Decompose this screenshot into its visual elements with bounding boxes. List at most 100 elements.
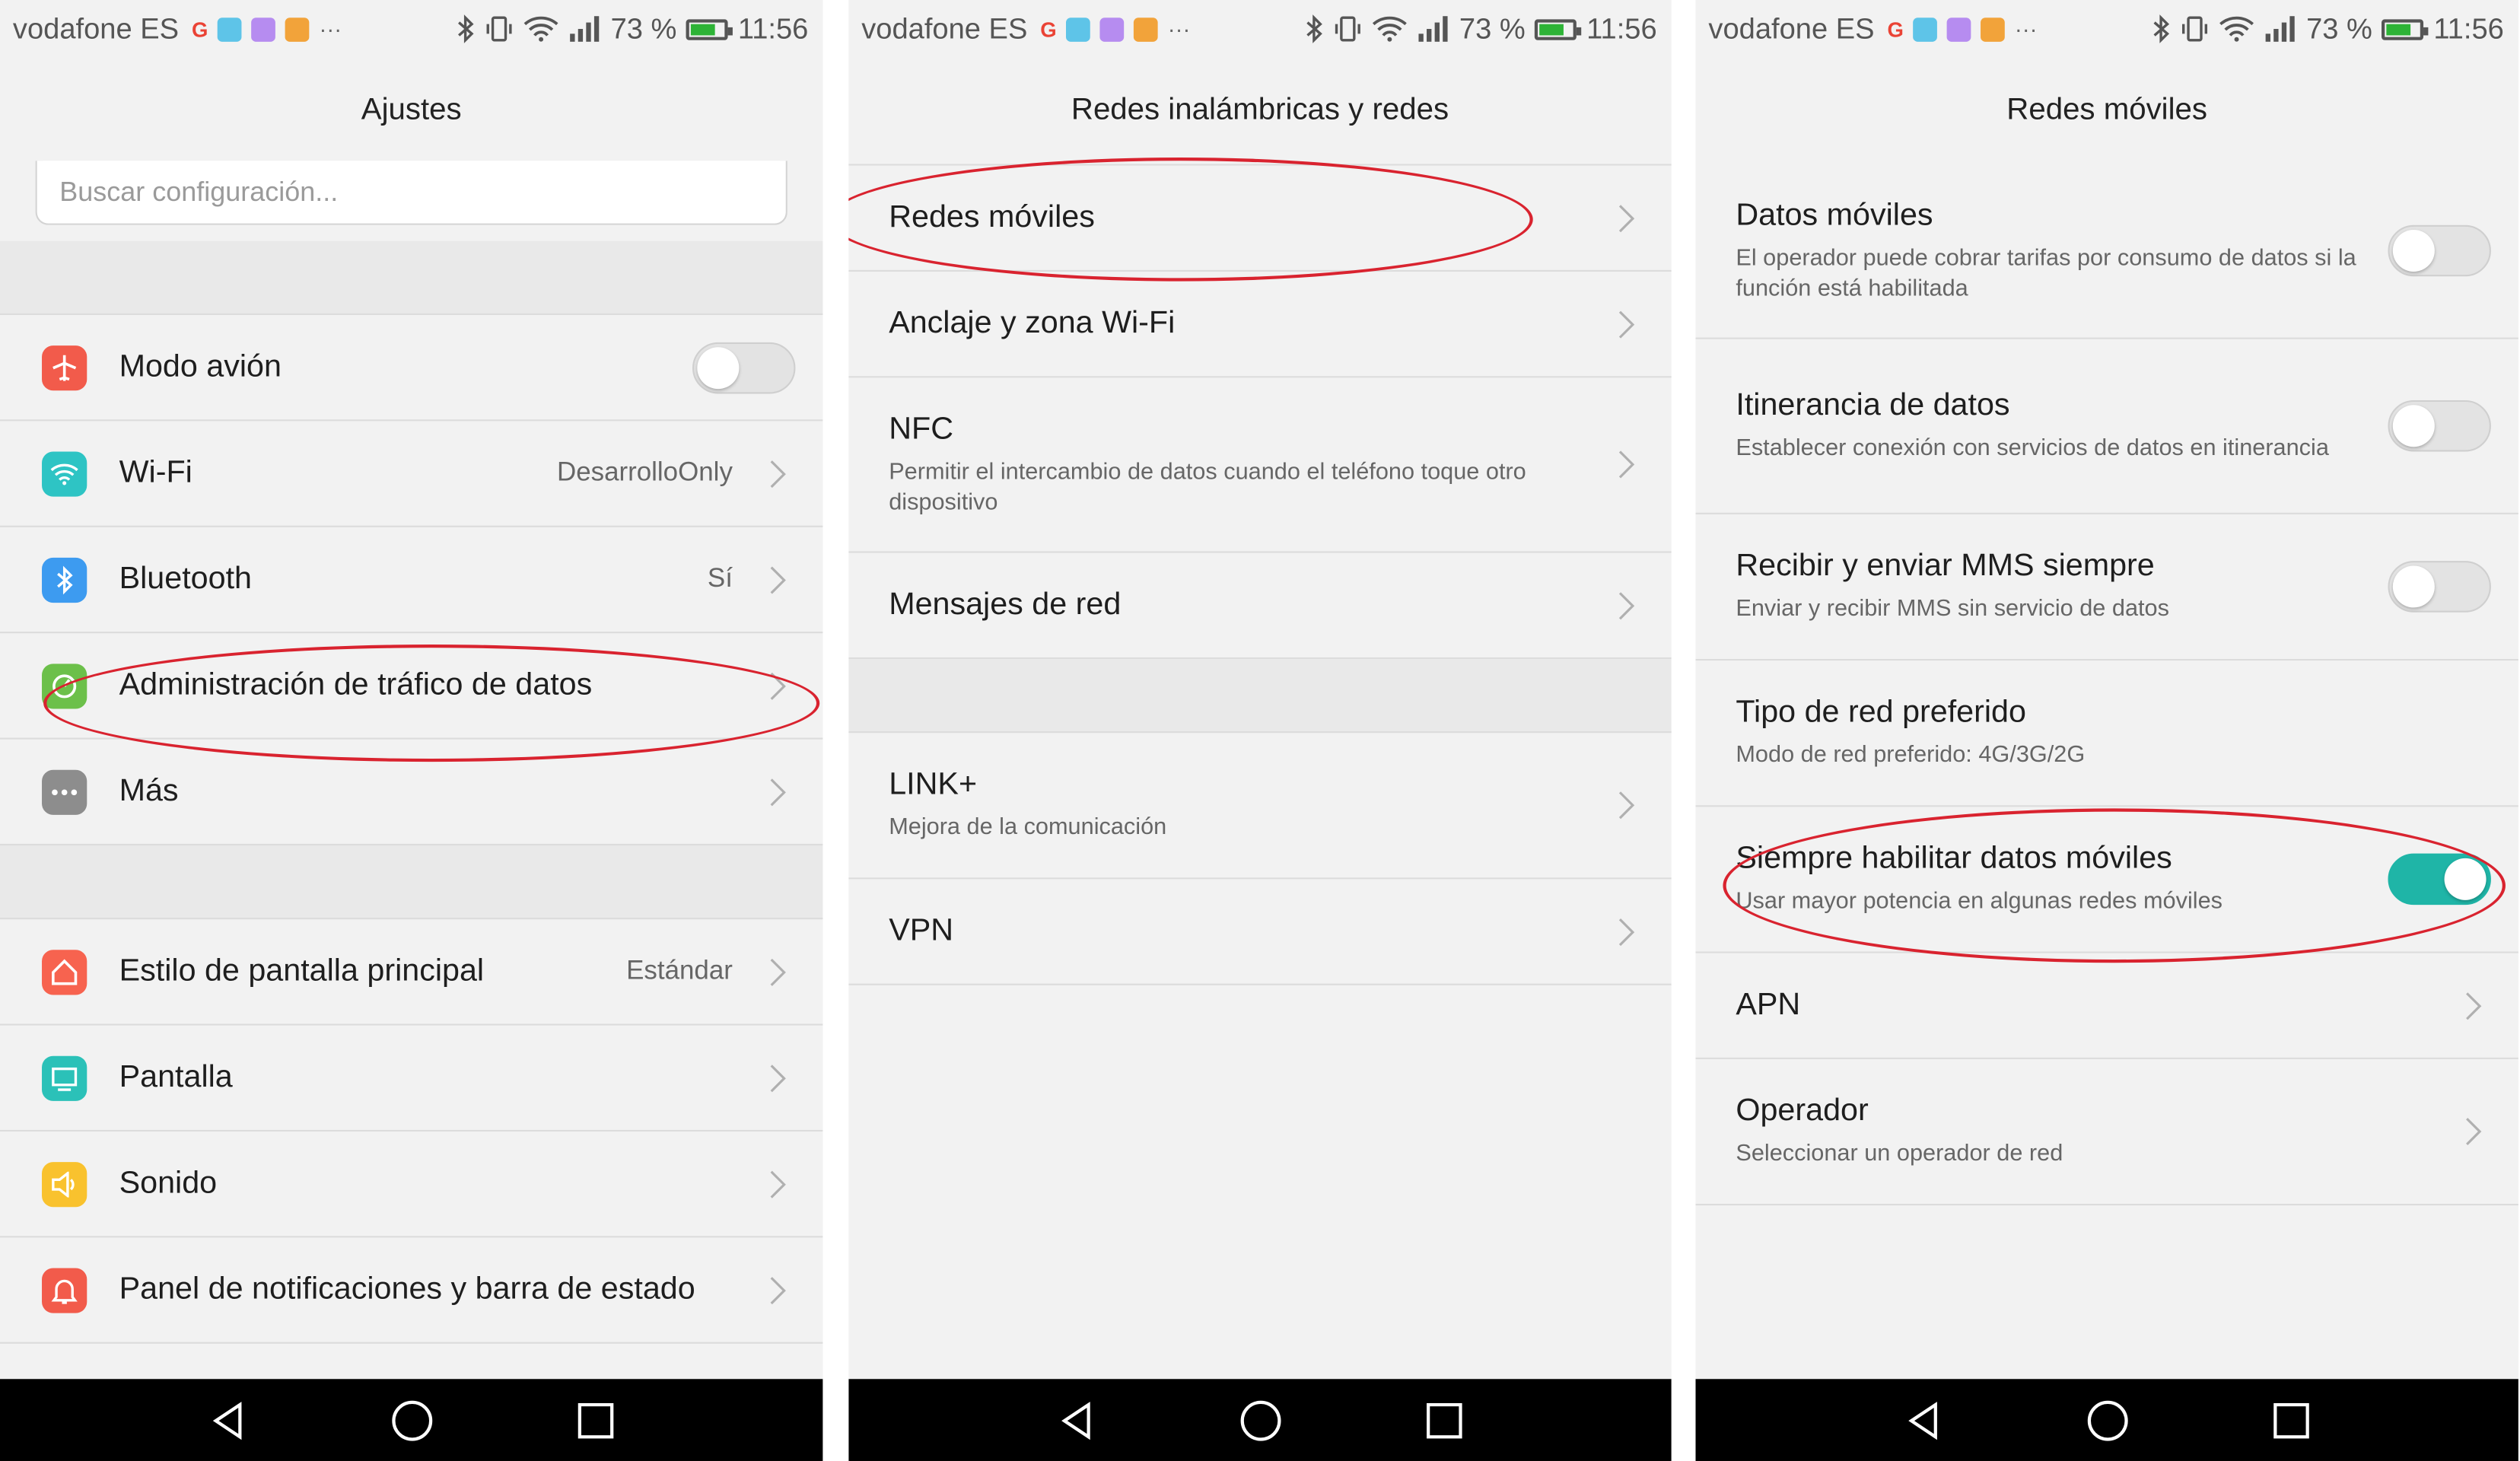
settings-item-label: Más <box>119 772 179 809</box>
setting-description: El operador puede cobrar tarifas por con… <box>1736 245 2356 302</box>
gallery-icon <box>1099 17 1125 41</box>
chevron-right-icon <box>770 460 786 488</box>
chevron-right-icon <box>2466 992 2482 1020</box>
sound-icon <box>42 1161 88 1207</box>
more-notifications-icon: ··· <box>2014 16 2038 42</box>
chevron-right-icon <box>770 1170 786 1198</box>
settings-item-sound[interactable]: Sonido <box>0 1132 823 1238</box>
chevron-right-icon <box>1618 918 1635 946</box>
chevron-right-icon <box>770 1276 786 1304</box>
navigation-bar <box>848 1379 1672 1461</box>
menu-item-label: NFC <box>889 410 954 447</box>
setting-label: Datos móviles <box>1736 196 1933 233</box>
setting-mobile-data[interactable]: Datos móviles El operador puede cobrar t… <box>1695 164 2518 339</box>
bluetooth-status-icon <box>1305 14 1324 43</box>
google-icon: G <box>1040 17 1057 41</box>
settings-item-display[interactable]: Pantalla <box>0 1026 823 1132</box>
setting-label: Itinerancia de datos <box>1736 387 2010 423</box>
vibrate-icon <box>1334 14 1363 43</box>
recents-button[interactable] <box>1414 1391 1472 1449</box>
chevron-right-icon <box>770 565 786 594</box>
chevron-right-icon <box>2466 1117 2482 1146</box>
battery-icon <box>2382 18 2429 40</box>
home-button[interactable] <box>383 1391 441 1449</box>
menu-item-network-messages[interactable]: Mensajes de red <box>848 553 1672 660</box>
search-input[interactable] <box>35 161 788 225</box>
settings-item-data-traffic[interactable]: Administración de tráfico de datos <box>0 633 823 740</box>
more-notifications-icon: ··· <box>1167 16 1191 42</box>
mms-always-toggle[interactable] <box>2388 561 2491 613</box>
android-icon <box>1066 17 1091 41</box>
setting-mms-always[interactable]: Recibir y enviar MMS siempre Enviar y re… <box>1695 514 2518 661</box>
battery-percent: 73 % <box>2306 11 2372 45</box>
carrier-label: vodafone ES <box>1708 11 1875 45</box>
always-enable-mobile-data-toggle[interactable] <box>2388 853 2491 906</box>
settings-item-label: Bluetooth <box>119 561 253 597</box>
chevron-right-icon <box>770 671 786 699</box>
setting-operator[interactable]: Operador Seleccionar un operador de red <box>1695 1059 2518 1206</box>
setting-data-roaming[interactable]: Itinerancia de datos Establecer conexión… <box>1695 339 2518 514</box>
status-bar: vodafone ES G ··· 73 % 11:56 <box>848 0 1671 58</box>
wifi-icon <box>42 450 88 496</box>
menu-item-mobile-networks[interactable]: Redes móviles <box>848 166 1672 272</box>
settings-item-label: Panel de notificaciones y barra de estad… <box>119 1271 695 1307</box>
home-button[interactable] <box>2078 1391 2136 1449</box>
settings-item-label: Wi-Fi <box>119 454 192 491</box>
menu-item-link-plus[interactable]: LINK+ Mejora de la comunicación <box>848 733 1672 880</box>
menu-item-label: LINK+ <box>889 766 978 802</box>
setting-always-enable-mobile-data[interactable]: Siempre habilitar datos móviles Usar may… <box>1695 807 2518 953</box>
setting-label: Operador <box>1736 1093 1869 1128</box>
setting-description: Modo de red preferido: 4G/3G/2G <box>1736 742 2086 769</box>
home-style-value: Estándar <box>626 956 733 985</box>
signal-icon <box>1418 16 1449 42</box>
settings-item-label: Administración de tráfico de datos <box>119 667 593 703</box>
settings-item-label: Modo avión <box>119 349 282 384</box>
chevron-right-icon <box>770 1064 786 1092</box>
back-button[interactable] <box>1895 1391 1952 1449</box>
settings-item-bluetooth[interactable]: Bluetooth Sí <box>0 527 823 634</box>
navigation-bar <box>1695 1379 2518 1461</box>
clock: 11:56 <box>1586 11 1657 45</box>
status-bar: vodafone ES G ··· 73 % 11:56 <box>1695 0 2518 58</box>
setting-description: Seleccionar un operador de red <box>1736 1141 2063 1167</box>
settings-item-label: Estilo de pantalla principal <box>119 953 485 989</box>
setting-apn[interactable]: APN <box>1695 953 2518 1059</box>
menu-item-vpn[interactable]: VPN <box>848 879 1672 985</box>
battery-icon <box>686 18 733 40</box>
menu-item-description: Mejora de la comunicación <box>889 814 1167 841</box>
display-icon <box>42 1055 88 1100</box>
vibrate-icon <box>2181 14 2210 43</box>
recents-button[interactable] <box>2261 1391 2319 1449</box>
home-button[interactable] <box>1231 1391 1289 1449</box>
mobile-data-toggle[interactable] <box>2388 224 2491 277</box>
notification-icon <box>42 1267 88 1313</box>
setting-preferred-network-type[interactable]: Tipo de red preferido Modo de red prefer… <box>1695 660 2518 807</box>
home-style-icon <box>42 949 88 995</box>
settings-item-home-style[interactable]: Estilo de pantalla principal Estándar <box>0 919 823 1026</box>
battery-percent: 73 % <box>1459 11 1526 45</box>
back-button[interactable] <box>199 1391 256 1449</box>
status-bar: vodafone ES G ··· 73 % 11:56 <box>0 0 822 58</box>
battery-percent: 73 % <box>610 11 677 45</box>
app-icon <box>1981 17 2006 41</box>
settings-item-wifi[interactable]: Wi-Fi DesarrolloOnly <box>0 421 823 527</box>
settings-item-more[interactable]: Más <box>0 740 823 846</box>
android-icon <box>218 17 242 41</box>
wireless-networks-screen: vodafone ES G ··· 73 % 11:56 Redes inalá… <box>848 0 1672 1461</box>
bluetooth-status-icon <box>456 14 475 43</box>
airplane-icon <box>42 345 88 390</box>
data-roaming-toggle[interactable] <box>2388 399 2491 452</box>
menu-item-nfc[interactable]: NFC Permitir el intercambio de datos cua… <box>848 377 1672 553</box>
chevron-right-icon <box>770 778 786 806</box>
navigation-bar <box>0 1379 823 1461</box>
chevron-right-icon <box>1618 204 1635 232</box>
back-button[interactable] <box>1048 1391 1106 1449</box>
settings-screen: vodafone ES G ··· 73 % 11:56 Ajustes Bus… <box>0 0 823 1461</box>
menu-item-label: VPN <box>889 912 954 949</box>
menu-item-tethering-hotspot[interactable]: Anclaje y zona Wi-Fi <box>848 272 1672 378</box>
settings-item-notification-panel[interactable]: Panel de notificaciones y barra de estad… <box>0 1237 823 1344</box>
settings-item-airplane-mode[interactable]: Modo avión <box>0 315 823 422</box>
airplane-mode-toggle[interactable] <box>692 341 796 393</box>
recents-button[interactable] <box>566 1391 624 1449</box>
wifi-network-value: DesarrolloOnly <box>556 457 733 487</box>
